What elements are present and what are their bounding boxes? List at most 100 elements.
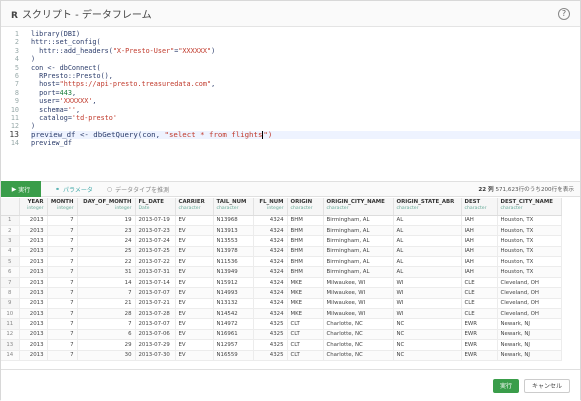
infer-types-label: データタイプを推測 (115, 186, 170, 194)
table-cell: BHM (287, 246, 324, 258)
column-header[interactable]: CARRIER character (175, 198, 214, 216)
line-number: 5 (14, 63, 19, 72)
dialog-footer: 実行 キャンセル (1, 369, 580, 401)
column-header[interactable]: ORIGIN character (287, 198, 324, 216)
table-cell: CLE (461, 298, 498, 310)
code-token: ) (211, 46, 216, 55)
code-token: , (92, 97, 97, 106)
execute-button[interactable]: 実行 (492, 378, 519, 393)
table-cell: 2013-07-19 (135, 215, 176, 226)
line-number: 9 (14, 97, 19, 106)
table-cell: EV (175, 318, 214, 330)
table-cell: AL (393, 256, 462, 268)
run-button[interactable]: ▶ 実行 (1, 181, 41, 197)
table-cell: 7 (47, 298, 78, 310)
code-line: ) (31, 55, 580, 63)
table-row[interactable]: 4 2013 7 25 2013-07-25 EV N13978 4324 BHM Birming… (1, 246, 562, 258)
code-token: ) (31, 55, 36, 64)
table-cell: 4325 (253, 339, 288, 351)
table-cell: WI (393, 287, 462, 299)
table-cell: 2013 (19, 215, 48, 226)
code-editor[interactable]: 1 2 3 4 5 6 7 8 9 10 11 12 13 14 library(DBI) httr::se… (1, 28, 580, 178)
line-number: 6 (14, 72, 19, 81)
table-cell: 2013-07-22 (135, 256, 176, 268)
column-header[interactable]: DEST character (461, 198, 498, 216)
dialog-title-text: スクリプト - データフレーム (21, 10, 152, 21)
table-cell: 2013-07-31 (135, 266, 176, 278)
table-cell: BHM (287, 215, 324, 226)
table-row[interactable]: 8 2013 7 7 2013-07-07 EV N14993 4324 MKE Milwauke… (1, 287, 562, 299)
column-type: integer (27, 206, 44, 211)
table-row[interactable]: 7 2013 7 14 2013-07-14 EV N15912 4324 MKE Milwauk… (1, 277, 562, 289)
table-row[interactable]: 14 2013 7 30 2013-07-30 EV N16559 4325 CLT Charlo… (1, 350, 562, 361)
table-cell: 2013 (19, 329, 48, 341)
column-header[interactable]: FL_NUM integer (253, 198, 288, 216)
table-cell: NC (393, 350, 462, 361)
column-header[interactable]: ORIGIN_STATE_ABR character (393, 198, 462, 216)
column-type: integer (57, 206, 74, 211)
table-row[interactable]: 10 2013 7 28 2013-07-28 EV N14542 4324 MKE Milwau… (1, 308, 562, 320)
table-row[interactable]: 11 2013 7 7 2013-07-07 EV N14972 4325 CLT Charlot… (1, 318, 562, 330)
parameters-button[interactable]: ⚭ パラメータ (55, 185, 93, 194)
code-line: con <- dbConnect( (31, 64, 580, 72)
code-token: "XXXXXX" (178, 46, 212, 55)
table-cell: N16961 (213, 329, 254, 341)
table-row[interactable]: 12 2013 7 6 2013-07-06 EV N16961 4325 CLT Charlot… (1, 329, 562, 341)
table-cell: 28 (77, 308, 136, 320)
code-token: user= (31, 97, 60, 106)
table-row[interactable]: 9 2013 7 21 2013-07-21 EV N13132 4324 MKE Milwauk… (1, 298, 562, 310)
table-cell: 4324 (253, 277, 288, 289)
column-header[interactable]: DAY_OF_MONTH integer (77, 198, 136, 216)
table-cell: 2013 (19, 308, 48, 320)
column-type: integer (267, 206, 284, 211)
table-cell: 7 (77, 318, 136, 330)
column-type: Date (138, 206, 150, 211)
table-cell: 4325 (253, 329, 288, 341)
code-token: "https://api-presto.treasuredata.com" (59, 80, 212, 89)
code-token: catalog= (31, 114, 72, 123)
table-cell: 2013-07-23 (135, 225, 176, 237)
table-cell: EV (175, 277, 214, 289)
data-preview-grid[interactable]: YEAR integer MONTH integer DAY_OF_MONTH integ… (1, 198, 580, 368)
column-header[interactable]: TAIL_NUM character (213, 198, 254, 216)
help-icon[interactable]: ? (558, 7, 570, 20)
table-cell: 7 (47, 246, 78, 258)
table-cell: MKE (287, 287, 324, 299)
table-cell: EV (175, 339, 214, 351)
table-cell: 2013-07-24 (135, 235, 176, 247)
table-cell: 7 (47, 225, 78, 237)
table-cell: 2013-07-07 (135, 287, 176, 299)
table-cell: Milwaukee, WI (323, 277, 394, 289)
column-header[interactable]: MONTH integer (47, 198, 78, 216)
table-cell: AL (393, 235, 462, 247)
code-token: port= (31, 88, 60, 97)
table-cell: Milwaukee, WI (323, 298, 394, 310)
table-cell: 7 (47, 339, 78, 351)
column-header[interactable]: DEST_CITY_NAME character (497, 198, 562, 216)
table-row[interactable]: 1 2013 7 19 2013-07-19 EV N13968 4324 BHM Birming… (1, 215, 562, 226)
code-lines[interactable]: library(DBI) httr::set_config( httr::add_… (31, 30, 580, 148)
table-row[interactable]: 2 2013 7 23 2013-07-23 EV N13913 4324 BHM Birming… (1, 225, 562, 237)
column-header[interactable]: FL_DATE Date (135, 198, 176, 216)
infer-types-toggle[interactable]: ○ データタイプを推測 (107, 185, 169, 194)
table-row[interactable]: 6 2013 7 31 2013-07-31 EV N13949 4324 BHM Birming… (1, 266, 562, 278)
table-cell: CLT (287, 329, 324, 341)
column-header[interactable]: YEAR integer (19, 198, 48, 216)
code-line: host="https://api-presto.treasuredata.co… (31, 80, 580, 88)
table-cell: N13132 (213, 298, 254, 310)
code-token: "select * from flights (164, 129, 263, 139)
table-cell: Birmingham, AL (323, 215, 394, 226)
table-row[interactable]: 5 2013 7 22 2013-07-22 EV N11536 4324 BHM Birming… (1, 256, 562, 268)
cancel-button[interactable]: キャンセル (523, 378, 570, 393)
line-number: 14 (10, 139, 19, 148)
radio-icon: ○ (106, 185, 113, 193)
table-cell: CLE (461, 287, 498, 299)
table-row[interactable]: 13 2013 7 29 2013-07-29 EV N12957 4325 CLT Charlo… (1, 339, 562, 351)
column-name: ORIGIN_CITY_NAME (326, 199, 385, 205)
table-cell: 7 (77, 287, 136, 299)
table-cell: EWR (461, 339, 498, 351)
table-row[interactable]: 3 2013 7 24 2013-07-24 EV N13553 4324 BHM Birming… (1, 235, 562, 247)
table-cell: MKE (287, 308, 324, 320)
column-header[interactable]: ORIGIN_CITY_NAME character (323, 198, 394, 216)
table-cell: N13978 (213, 246, 254, 258)
